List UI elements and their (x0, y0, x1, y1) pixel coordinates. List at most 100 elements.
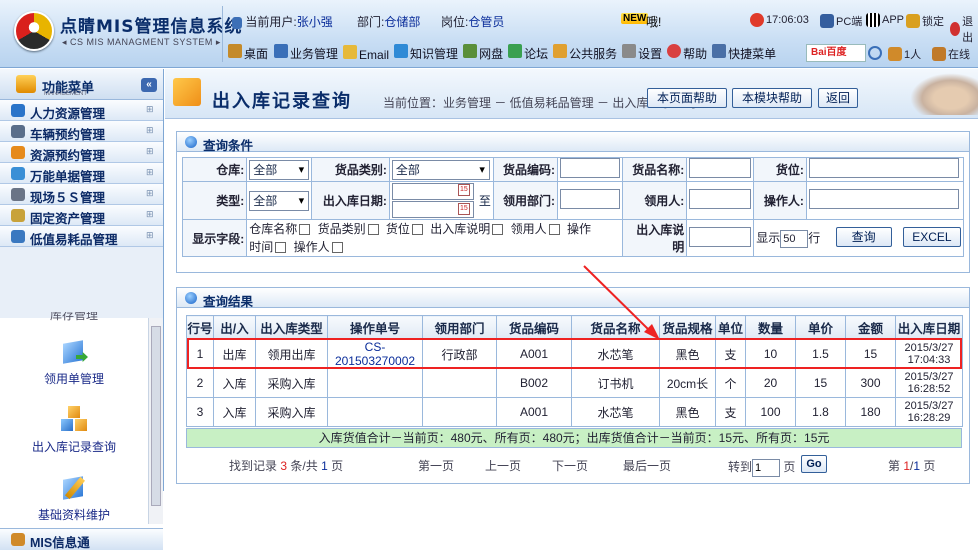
pc-link[interactable]: PC端 (820, 13, 862, 29)
nav-public[interactable]: 公共服务 (553, 44, 617, 62)
new-badge[interactable]: NEW (621, 13, 649, 24)
table-row[interactable]: 1 出库 领用出库 CS-201503270002 行政部 A001 水芯笔 黑色支 10 1.5… (186, 339, 963, 369)
collapse-sidebar-button[interactable]: « (141, 78, 157, 92)
calendar-icon[interactable]: 15 (457, 184, 470, 196)
location-input[interactable] (808, 158, 959, 178)
field-location-checkbox[interactable] (411, 224, 423, 236)
sidebar-scrollbar[interactable] (148, 318, 163, 524)
sidebar-item-6[interactable]: 低值易耗品管理 ⊞ (0, 226, 163, 247)
expand-icon[interactable]: ⊞ (146, 230, 158, 242)
expand-icon[interactable]: ⊞ (146, 125, 158, 137)
field-time-checkbox[interactable] (275, 242, 287, 254)
field-warehouse-checkbox[interactable] (299, 224, 311, 236)
app-logo (14, 11, 54, 51)
last-page-link[interactable]: 最后一页 (623, 457, 671, 474)
column-header[interactable]: 出入库类型 (255, 315, 328, 340)
table-row[interactable]: 2 入库 采购入库 B002 订书机 20cm长个 20 15 300 2015/3/27 16:2… (186, 368, 963, 398)
expand-icon[interactable]: ⊞ (146, 188, 158, 200)
goto-page-input[interactable]: 1 (752, 458, 781, 477)
column-header[interactable]: 货品编码 (496, 315, 572, 340)
receiver-input[interactable] (689, 189, 752, 209)
cell-spec: 黑色 (659, 339, 716, 369)
page-help-button[interactable]: 本页面帮助 (647, 88, 727, 108)
field-note-checkbox[interactable] (492, 224, 504, 236)
table-row[interactable]: 3 入库 采购入库 A001 水芯笔 黑色支 100 1.8 180 2015/3/27 16:28… (186, 397, 963, 427)
operator-input[interactable] (808, 189, 959, 209)
goods-name-input[interactable] (689, 158, 752, 178)
query-button[interactable]: 查询 (835, 227, 892, 247)
search-icon[interactable] (868, 46, 882, 60)
submenu-requisition[interactable]: 领用单管理 (0, 338, 148, 387)
warehouse-select[interactable]: 全部 (249, 159, 310, 180)
column-header[interactable]: 领用部门 (422, 315, 497, 340)
sidebar-item-4[interactable]: 现场５Ｓ管理 ⊞ (0, 184, 163, 205)
expand-icon[interactable]: ⊞ (146, 146, 158, 158)
new-message-link[interactable]: 哦! (646, 13, 661, 30)
nav-shortcut[interactable]: 快捷菜单 (712, 44, 776, 62)
module-icon (173, 78, 201, 106)
first-page-link[interactable]: 第一页 (418, 457, 454, 474)
sidebar-item-mis-info[interactable]: MIS信息通 (0, 528, 163, 550)
nav-email[interactable]: Email (343, 44, 389, 62)
column-header[interactable]: 数量 (745, 315, 796, 340)
expand-icon[interactable]: ⊞ (146, 167, 158, 179)
field-operator-checkbox[interactable] (331, 242, 343, 254)
warehouse-label: 仓库: (181, 157, 248, 182)
nav-knowledge[interactable]: 知识管理 (394, 44, 458, 62)
results-panel-header: 查询结果 (177, 288, 969, 309)
calendar-icon[interactable]: 15 (457, 203, 470, 215)
column-header[interactable]: 出/入 (213, 315, 256, 340)
scrollbar-thumb[interactable] (151, 326, 161, 506)
nav-help[interactable]: 帮助 (667, 44, 707, 62)
column-header[interactable]: 单价 (795, 315, 846, 340)
nav-business[interactable]: 业务管理 (274, 44, 338, 62)
submenu-cut-item[interactable]: 库存管理 (0, 312, 148, 324)
cell-amount: 300 (845, 368, 896, 398)
expand-icon[interactable]: ⊞ (146, 209, 158, 221)
nav-settings[interactable]: 设置 (622, 44, 662, 62)
online-link[interactable]: 在线 (932, 46, 970, 62)
sidebar-item-3[interactable]: 万能单据管理 ⊞ (0, 163, 163, 184)
app-link[interactable]: APP (866, 13, 904, 27)
goods-category-select[interactable]: 全部 (391, 159, 490, 180)
prev-page-link[interactable]: 上一页 (485, 457, 521, 474)
sidebar-item-0[interactable]: 人力资源管理 ⊞ (0, 100, 163, 121)
cell-io: 入库 (213, 397, 256, 427)
column-header[interactable]: 出入库日期 (895, 315, 963, 340)
online-count[interactable]: 1人 (888, 46, 921, 62)
nav-forum[interactable]: 论坛 (508, 44, 548, 62)
sidebar-item-2[interactable]: 资源预约管理 ⊞ (0, 142, 163, 163)
sidebar-item-5[interactable]: 固定资产管理 ⊞ (0, 205, 163, 226)
nav-desktop[interactable]: 桌面 (228, 44, 268, 62)
column-header[interactable]: 单位 (715, 315, 746, 340)
excel-button[interactable]: EXCEL (902, 227, 961, 247)
column-header[interactable]: 操作单号 (327, 315, 423, 340)
cell-dept (422, 368, 497, 398)
column-header[interactable]: 货品名称 (571, 315, 660, 340)
column-header[interactable]: 行号 (186, 315, 214, 340)
lock-button[interactable]: 锁定 (906, 13, 944, 29)
go-button[interactable]: Go (801, 455, 827, 473)
sidebar-item-1[interactable]: 车辆预约管理 ⊞ (0, 121, 163, 142)
module-help-button[interactable]: 本模块帮助 (732, 88, 812, 108)
column-header[interactable]: 金额 (845, 315, 896, 340)
next-page-link[interactable]: 下一页 (552, 457, 588, 474)
back-button[interactable]: 返回 (818, 88, 858, 108)
expand-icon[interactable]: ⊞ (146, 104, 158, 116)
field-category-checkbox[interactable] (367, 224, 379, 236)
rows-per-page-input[interactable]: 50 (780, 229, 809, 248)
goods-code-input[interactable] (560, 158, 620, 178)
baidu-search-box[interactable]: Bai百度 (806, 44, 866, 62)
nav-netdisk[interactable]: 网盘 (463, 44, 503, 62)
submenu-inout-query[interactable]: 出入库记录查询 (0, 406, 148, 455)
recv-dept-input[interactable] (560, 189, 620, 209)
sidebar-submenu: 库存管理 领用单管理 出入库记录查询 基础资料维护 (0, 312, 148, 524)
cell-no: 2 (186, 368, 214, 398)
email-icon (343, 44, 358, 59)
field-receiver-checkbox[interactable] (548, 224, 560, 236)
exit-button[interactable]: 退出 (950, 13, 978, 45)
column-header[interactable]: 货品规格 (659, 315, 716, 340)
note-input[interactable] (689, 226, 752, 247)
submenu-basic-data[interactable]: 基础资料维护 (0, 474, 148, 523)
type-select[interactable]: 全部 (249, 190, 310, 211)
